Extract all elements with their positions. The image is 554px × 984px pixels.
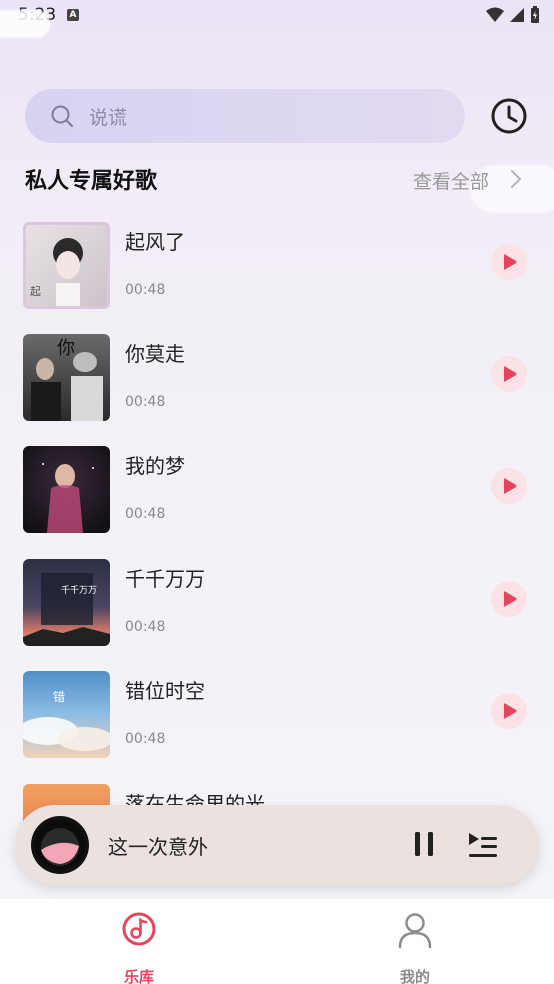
svg-text:错: 错 [53, 690, 65, 704]
play-icon [504, 366, 517, 382]
status-bar: 5:23 A [0, 0, 554, 32]
signal-icon [510, 8, 524, 22]
search-bar[interactable]: 说谎 [25, 89, 465, 143]
song-title: 起风了 [125, 230, 185, 254]
play-button[interactable] [491, 693, 527, 729]
user-icon [398, 913, 432, 949]
svg-text:起: 起 [30, 285, 41, 298]
bottom-nav: 乐库 我的 [0, 899, 554, 984]
playlist-queue-icon[interactable] [467, 830, 499, 860]
song-duration: 00:48 [125, 506, 166, 522]
song-duration: 00:48 [125, 731, 166, 747]
song-item[interactable]: 你 你莫走 00:48 [0, 334, 554, 446]
song-item[interactable]: 千千万万 千千万万 00:48 [0, 559, 554, 671]
song-duration: 00:48 [125, 282, 166, 298]
now-playing-title: 这一次意外 [108, 835, 208, 859]
album-cover: 错 [23, 671, 110, 758]
album-cover: 起 [23, 222, 110, 309]
section-title: 私人专属好歌 [25, 169, 158, 194]
nav-label-mine: 我的 [399, 968, 430, 984]
search-icon [51, 105, 73, 127]
play-icon [504, 591, 517, 607]
song-item[interactable]: 起 起风了 00:48 [0, 222, 554, 334]
play-icon [504, 703, 517, 719]
play-button[interactable] [491, 468, 527, 504]
chevron-right-icon[interactable] [509, 168, 523, 190]
nav-tab-mine[interactable]: 我的 [365, 909, 465, 984]
svg-text:你: 你 [57, 338, 75, 359]
cloud-decoration [0, 10, 50, 38]
play-button[interactable] [491, 244, 527, 280]
song-title: 我的梦 [125, 454, 185, 478]
play-icon [504, 254, 517, 270]
nav-tab-library[interactable]: 乐库 [89, 909, 189, 984]
album-cover: 你 [23, 334, 110, 421]
song-title: 错位时空 [125, 679, 205, 703]
song-title: 千千万万 [125, 567, 205, 591]
mini-player[interactable]: 这一次意外 [15, 805, 539, 885]
view-all-link[interactable]: 查看全部 [413, 167, 489, 194]
history-clock-icon[interactable] [488, 95, 530, 137]
album-cover: 千千万万 [23, 559, 110, 646]
play-icon [504, 478, 517, 494]
music-note-icon [122, 912, 156, 946]
song-duration: 00:48 [125, 619, 166, 635]
notification-icon: A [67, 9, 79, 21]
status-icons [486, 6, 540, 24]
svg-text:千千万万: 千千万万 [61, 585, 97, 596]
play-button[interactable] [491, 356, 527, 392]
battery-icon [531, 6, 539, 23]
pause-icon[interactable] [413, 830, 435, 858]
play-button[interactable] [491, 581, 527, 617]
song-item[interactable]: 我的梦 00:48 [0, 446, 554, 558]
wifi-icon [486, 7, 504, 22]
song-duration: 00:48 [125, 394, 166, 410]
nav-label-library: 乐库 [123, 968, 154, 984]
album-cover [23, 446, 110, 533]
song-title: 你莫走 [125, 342, 185, 366]
song-item[interactable]: 错 错位时空 00:48 [0, 671, 554, 783]
search-placeholder[interactable]: 说谎 [89, 103, 127, 130]
now-playing-disc [31, 816, 89, 874]
